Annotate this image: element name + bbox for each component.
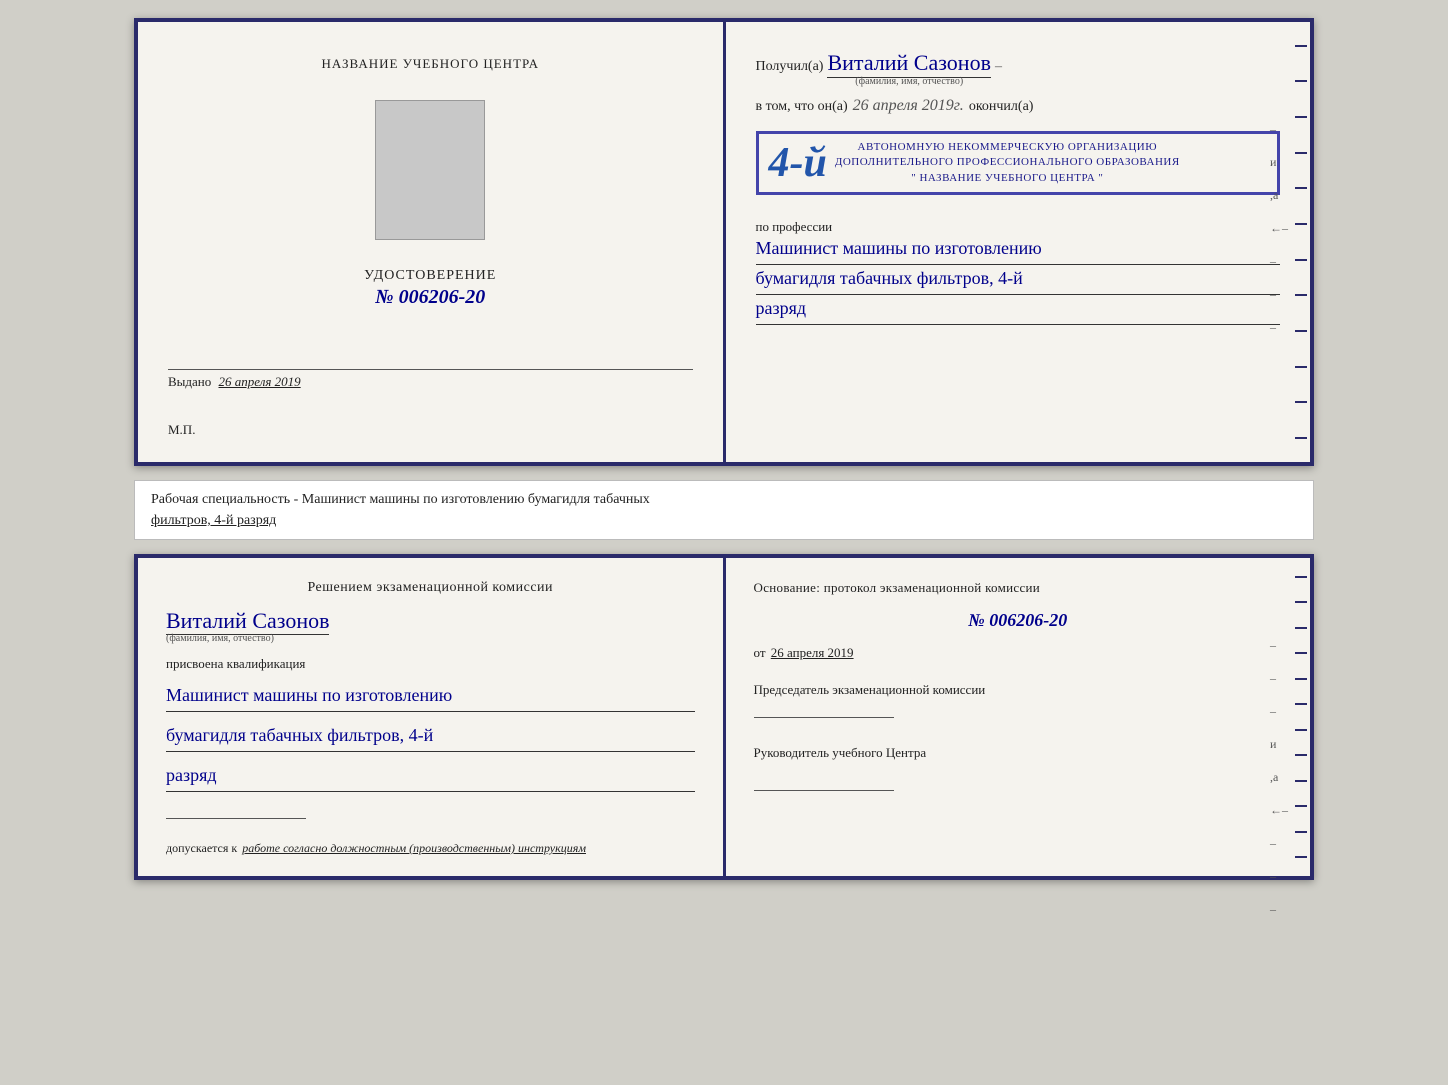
signature-name-block: Виталий Сазонов (фамилия, имя, отчество) [166,608,695,644]
bottom-name: Виталий Сазонов [166,608,329,635]
bottom-cert-left: Решением экзаменационной комиссии Витали… [138,558,726,876]
description-underline: фильтров, 4-й разряд [151,513,276,528]
bottom-spine-decoration [1292,558,1310,876]
issued-line: Выдано 26 апреля 2019 [168,369,693,390]
by-profession-label: по профессии [756,219,1281,235]
bottom-certificate: Решением экзаменационной комиссии Витали… [134,554,1314,880]
top-certificate: НАЗВАНИЕ УЧЕБНОГО ЦЕНТРА УДОСТОВЕРЕНИЕ №… [134,18,1314,466]
stamp-line1: АВТОНОМНУЮ НЕКОММЕРЧЕСКУЮ ОРГАНИЗАЦИЮ [835,140,1180,155]
mp-label: М.П. [168,422,195,438]
recipient-name: Виталий Сазонов [827,50,990,78]
received-line: Получил(а) Виталий Сазонов (фамилия, имя… [756,50,1281,87]
stamp-number: 4-й [769,142,827,184]
cert-title: УДОСТОВЕРЕНИЕ [364,268,496,284]
photo-placeholder [375,100,485,240]
protocol-number: № 006206-20 [754,610,1283,631]
finished-label: окончил(а) [969,99,1034,115]
stamp-text: АВТОНОМНУЮ НЕКОММЕРЧЕСКУЮ ОРГАНИЗАЦИЮ ДО… [835,140,1180,186]
bottom-side-comma-a: ,а [1270,770,1288,785]
spine-decoration [1292,22,1310,462]
allowed-prefix: допускается к [166,841,237,856]
qual-line3: разряд [166,762,695,792]
profession-line1: Машинист машины по изготовлению [756,235,1281,265]
date-from: от 26 апреля 2019 [754,645,1283,661]
in-that-line: в том, что он(а) 26 апреля 2019г. окончи… [756,97,1281,115]
top-cert-right: Получил(а) Виталий Сазонов (фамилия, имя… [726,22,1311,462]
from-prefix: от [754,645,766,660]
profession-line2: бумагидля табачных фильтров, 4-й [756,265,1281,295]
allowed-text: работе согласно должностным (производств… [242,841,586,856]
side-dash3: – [1270,254,1288,269]
profession-line3: разряд [756,295,1281,325]
side-dash5: – [1270,320,1288,335]
side-dash4: – [1270,287,1288,302]
received-prefix: Получил(а) [756,59,824,75]
signature-line-bottom [166,818,306,819]
bottom-side-dash3: – [1270,704,1288,719]
basis-text: Основание: протокол экзаменационной коми… [754,580,1283,596]
bottom-side-dash5: – [1270,869,1288,884]
name-subtitle: (фамилия, имя, отчество) [855,76,963,87]
bottom-side-arrow: ←– [1270,803,1288,818]
from-date: 26 апреля 2019 [771,645,854,660]
qual-line1: Машинист машины по изготовлению [166,682,695,712]
stamp-line2: ДОПОЛНИТЕЛЬНОГО ПРОФЕССИОНАЛЬНОГО ОБРАЗО… [835,155,1180,170]
bottom-name-subtitle: (фамилия, имя, отчество) [166,633,274,644]
chairman-label: Председатель экзаменационной комиссии [754,681,1283,699]
chairman-sig-line [754,717,894,718]
top-cert-left: НАЗВАНИЕ УЧЕБНОГО ЦЕНТРА УДОСТОВЕРЕНИЕ №… [138,22,726,462]
in-that-date: 26 апреля 2019г. [853,97,964,115]
head-sig-line [754,790,894,791]
side-dash1: – [1270,122,1288,137]
in-that-prefix: в том, что он(а) [756,99,848,115]
bottom-side-dash1: – [1270,638,1288,653]
issued-label: Выдано [168,374,211,389]
head-label: Руководитель учебного Центра [754,744,1283,762]
qualification-label: присвоена квалификация [166,656,695,672]
chairman-block: Председатель экзаменационной комиссии [754,681,1283,718]
cert-title-block: УДОСТОВЕРЕНИЕ № 006206-20 [364,268,496,309]
bottom-side-and: и [1270,737,1288,752]
school-name-label: НАЗВАНИЕ УЧЕБНОГО ЦЕНТРА [322,56,539,72]
decision-text: Решением экзаменационной комиссии [166,580,695,596]
stamp-block: 4-й АВТОНОМНУЮ НЕКОММЕРЧЕСКУЮ ОРГАНИЗАЦИ… [756,131,1281,195]
dash: – [995,59,1002,75]
issued-date: 26 апреля 2019 [219,374,301,389]
description-bar: Рабочая специальность - Машинист машины … [134,480,1314,540]
bottom-side-dash2: – [1270,671,1288,686]
allowed-line: допускается к работе согласно должностны… [166,841,695,856]
bottom-side-dash6: – [1270,902,1288,917]
cert-number: № 006206-20 [364,286,496,309]
bottom-cert-right: Основание: протокол экзаменационной коми… [726,558,1311,876]
qual-line2: бумагидля табачных фильтров, 4-й [166,722,695,752]
side-comma-a: ,а [1270,188,1288,203]
bottom-side-dash4: – [1270,836,1288,851]
side-and: и [1270,155,1288,170]
stamp-line3: " НАЗВАНИЕ УЧЕБНОГО ЦЕНТРА " [835,171,1180,186]
description-text: Рабочая специальность - Машинист машины … [151,492,650,507]
side-dash2: ←– [1270,221,1288,236]
